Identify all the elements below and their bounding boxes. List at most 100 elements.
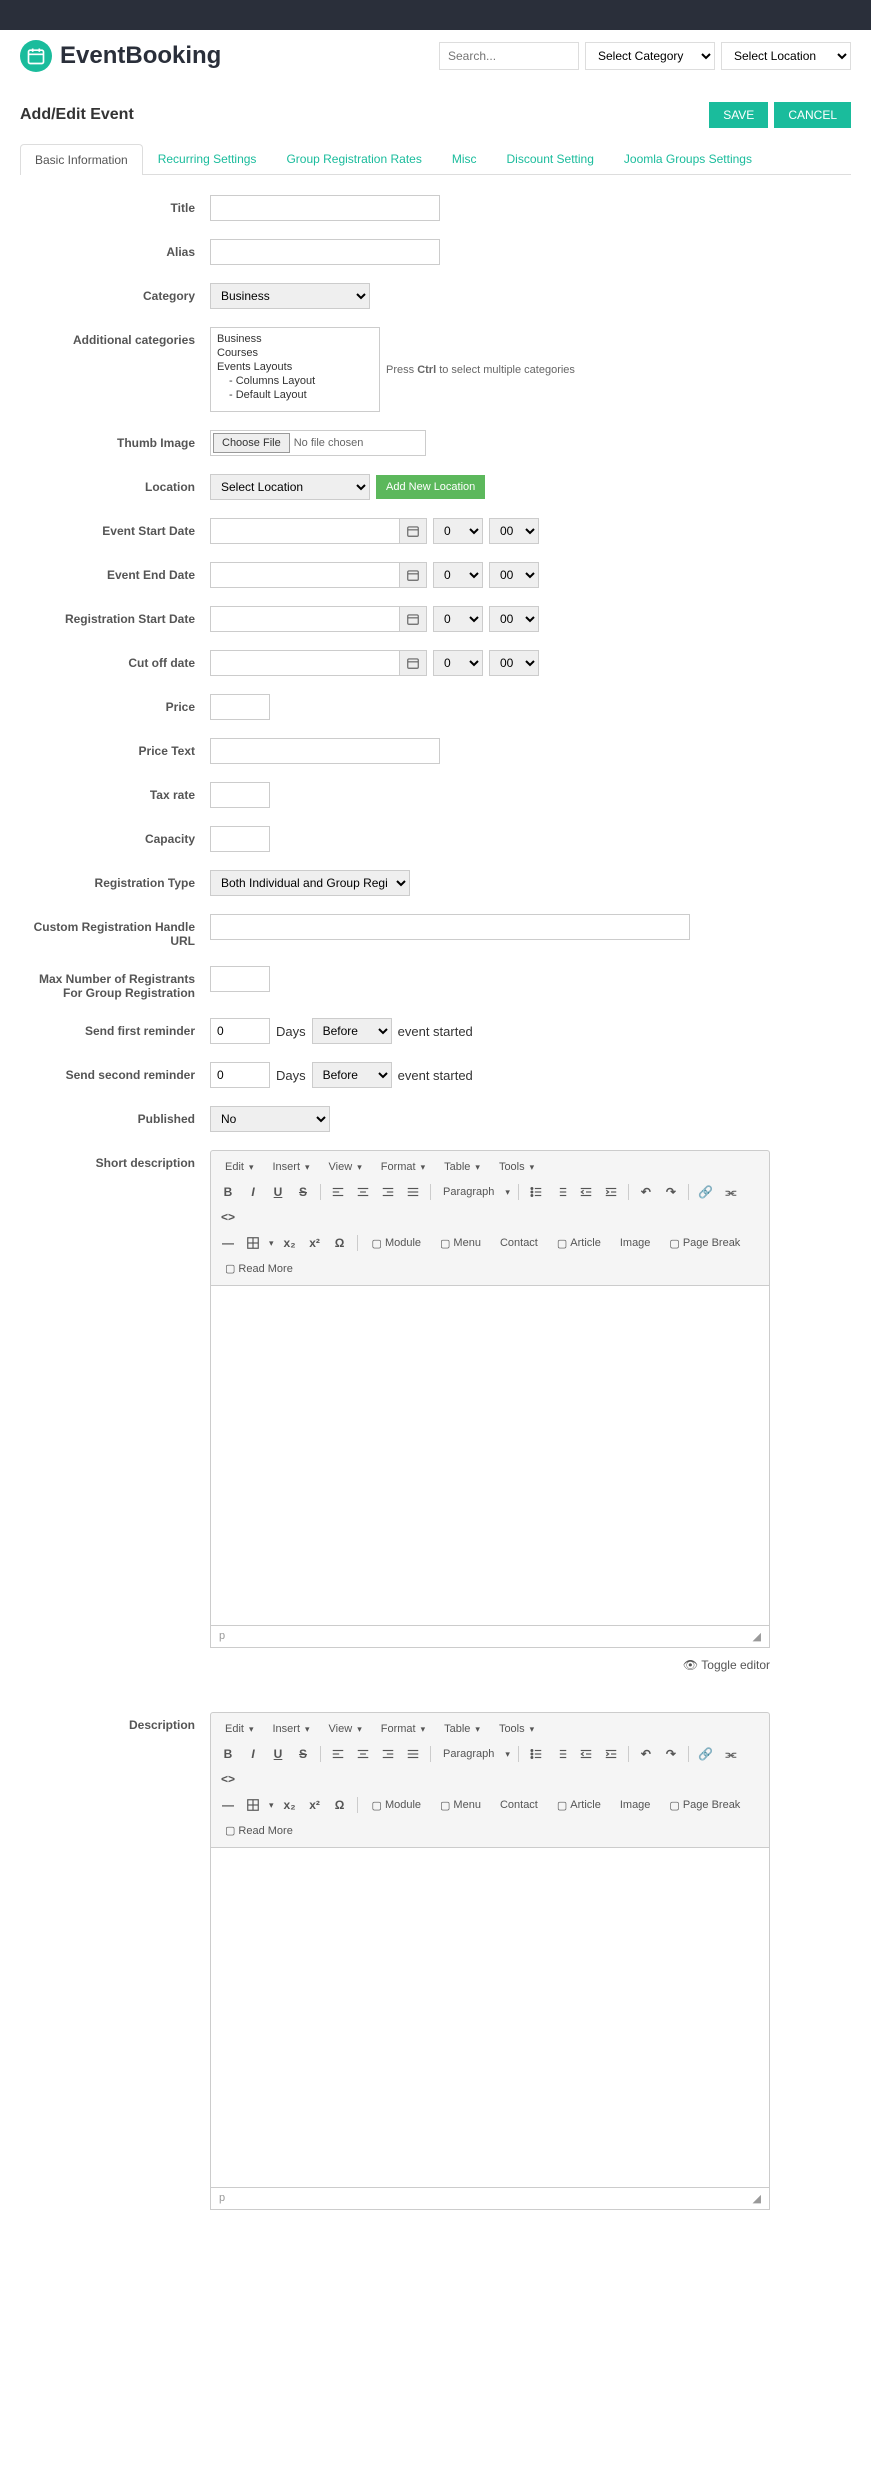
editor-menu-view[interactable]: View (321, 1719, 370, 1739)
list-item[interactable]: - Columns Layout (215, 374, 375, 388)
contact-button[interactable]: Contact (492, 1233, 546, 1253)
list-item[interactable]: Events Layouts (215, 360, 375, 374)
align-center-icon[interactable] (352, 1743, 374, 1765)
bold-icon[interactable]: B (217, 1181, 239, 1203)
read-more-button[interactable]: ▢ Read More (217, 1820, 301, 1841)
editor-menu-edit[interactable]: Edit (217, 1157, 262, 1177)
calendar-icon[interactable] (399, 562, 427, 588)
link-icon[interactable]: 🔗 (695, 1181, 717, 1203)
page-break-button[interactable]: ▢ Page Break (661, 1233, 748, 1254)
undo-icon[interactable]: ↶ (635, 1181, 657, 1203)
cancel-button[interactable]: CANCEL (774, 102, 851, 128)
bullet-list-icon[interactable] (525, 1181, 547, 1203)
additional-categories-listbox[interactable]: Business Courses Events Layouts - Column… (210, 327, 380, 412)
article-button[interactable]: ▢ Article (549, 1795, 609, 1816)
calendar-icon[interactable] (399, 518, 427, 544)
save-button[interactable]: SAVE (709, 102, 768, 128)
module-button[interactable]: ▢ Module (364, 1233, 429, 1254)
add-location-button[interactable]: Add New Location (376, 475, 485, 499)
underline-icon[interactable]: U (267, 1181, 289, 1203)
align-right-icon[interactable] (377, 1181, 399, 1203)
menu-button[interactable]: ▢ Menu (432, 1795, 489, 1816)
menu-button[interactable]: ▢ Menu (432, 1233, 489, 1254)
calendar-icon[interactable] (399, 606, 427, 632)
price-text-input[interactable] (210, 738, 440, 764)
hr-icon[interactable]: — (217, 1794, 239, 1816)
tab-discount-setting[interactable]: Discount Setting (492, 143, 609, 174)
event-start-date-input[interactable] (210, 518, 400, 544)
alias-input[interactable] (210, 239, 440, 265)
unlink-icon[interactable]: ⫘ (720, 1743, 742, 1765)
outdent-icon[interactable] (575, 1743, 597, 1765)
editor-body[interactable] (210, 1848, 770, 2188)
choose-file-button[interactable]: Choose File (213, 433, 290, 453)
paragraph-select[interactable]: Paragraph (437, 1184, 500, 1200)
table-icon[interactable] (242, 1232, 264, 1254)
superscript-icon[interactable]: x² (304, 1794, 326, 1816)
special-char-icon[interactable]: Ω (329, 1794, 351, 1816)
list-item[interactable]: - Default Layout (215, 388, 375, 402)
editor-menu-tools[interactable]: Tools (491, 1719, 542, 1739)
category-select[interactable]: Business (210, 283, 370, 309)
image-button[interactable]: Image (612, 1233, 659, 1253)
editor-menu-insert[interactable]: Insert (265, 1157, 318, 1177)
file-input[interactable]: Choose File No file chosen (210, 430, 426, 456)
contact-button[interactable]: Contact (492, 1795, 546, 1815)
calendar-icon[interactable] (399, 650, 427, 676)
location-select[interactable]: Select Location (210, 474, 370, 500)
redo-icon[interactable]: ↷ (660, 1743, 682, 1765)
code-icon[interactable]: <> (217, 1768, 239, 1790)
registration-type-select[interactable]: Both Individual and Group Registration (210, 870, 410, 896)
align-left-icon[interactable] (327, 1181, 349, 1203)
redo-icon[interactable]: ↷ (660, 1181, 682, 1203)
cut-off-date-input[interactable] (210, 650, 400, 676)
align-left-icon[interactable] (327, 1743, 349, 1765)
toggle-editor-button[interactable]: Toggle editor (210, 1658, 770, 1672)
outdent-icon[interactable] (575, 1181, 597, 1203)
align-justify-icon[interactable] (402, 1743, 424, 1765)
tax-rate-input[interactable] (210, 782, 270, 808)
published-select[interactable]: No (210, 1106, 330, 1132)
hour-select[interactable]: 0 (433, 518, 483, 544)
bullet-list-icon[interactable] (525, 1743, 547, 1765)
number-list-icon[interactable] (550, 1743, 572, 1765)
code-icon[interactable]: <> (217, 1206, 239, 1228)
first-reminder-when-select[interactable]: Before (312, 1018, 392, 1044)
event-end-date-input[interactable] (210, 562, 400, 588)
table-icon[interactable] (242, 1794, 264, 1816)
caret-down-icon[interactable]: ▾ (503, 1187, 512, 1198)
link-icon[interactable]: 🔗 (695, 1743, 717, 1765)
tab-group-registration-rates[interactable]: Group Registration Rates (271, 143, 436, 174)
minute-select[interactable]: 00 (489, 562, 539, 588)
resize-handle-icon[interactable]: ◢ (753, 2192, 761, 2205)
editor-menu-format[interactable]: Format (373, 1719, 433, 1739)
caret-down-icon[interactable]: ▾ (267, 1800, 276, 1811)
bold-icon[interactable]: B (217, 1743, 239, 1765)
align-center-icon[interactable] (352, 1181, 374, 1203)
tab-basic-information[interactable]: Basic Information (20, 144, 143, 175)
editor-menu-edit[interactable]: Edit (217, 1719, 262, 1739)
indent-icon[interactable] (600, 1743, 622, 1765)
search-input[interactable] (439, 42, 579, 70)
editor-body[interactable] (210, 1286, 770, 1626)
undo-icon[interactable]: ↶ (635, 1743, 657, 1765)
editor-menu-table[interactable]: Table (436, 1157, 488, 1177)
underline-icon[interactable]: U (267, 1743, 289, 1765)
registration-start-date-input[interactable] (210, 606, 400, 632)
custom-reg-url-input[interactable] (210, 914, 690, 940)
title-input[interactable] (210, 195, 440, 221)
second-reminder-when-select[interactable]: Before (312, 1062, 392, 1088)
subscript-icon[interactable]: x₂ (279, 1232, 301, 1254)
caret-down-icon[interactable]: ▾ (267, 1238, 276, 1249)
read-more-button[interactable]: ▢ Read More (217, 1258, 301, 1279)
first-reminder-days-input[interactable] (210, 1018, 270, 1044)
align-justify-icon[interactable] (402, 1181, 424, 1203)
article-button[interactable]: ▢ Article (549, 1233, 609, 1254)
strikethrough-icon[interactable]: S (292, 1181, 314, 1203)
italic-icon[interactable]: I (242, 1743, 264, 1765)
editor-menu-insert[interactable]: Insert (265, 1719, 318, 1739)
hour-select[interactable]: 0 (433, 650, 483, 676)
subscript-icon[interactable]: x₂ (279, 1794, 301, 1816)
hour-select[interactable]: 0 (433, 606, 483, 632)
strikethrough-icon[interactable]: S (292, 1743, 314, 1765)
